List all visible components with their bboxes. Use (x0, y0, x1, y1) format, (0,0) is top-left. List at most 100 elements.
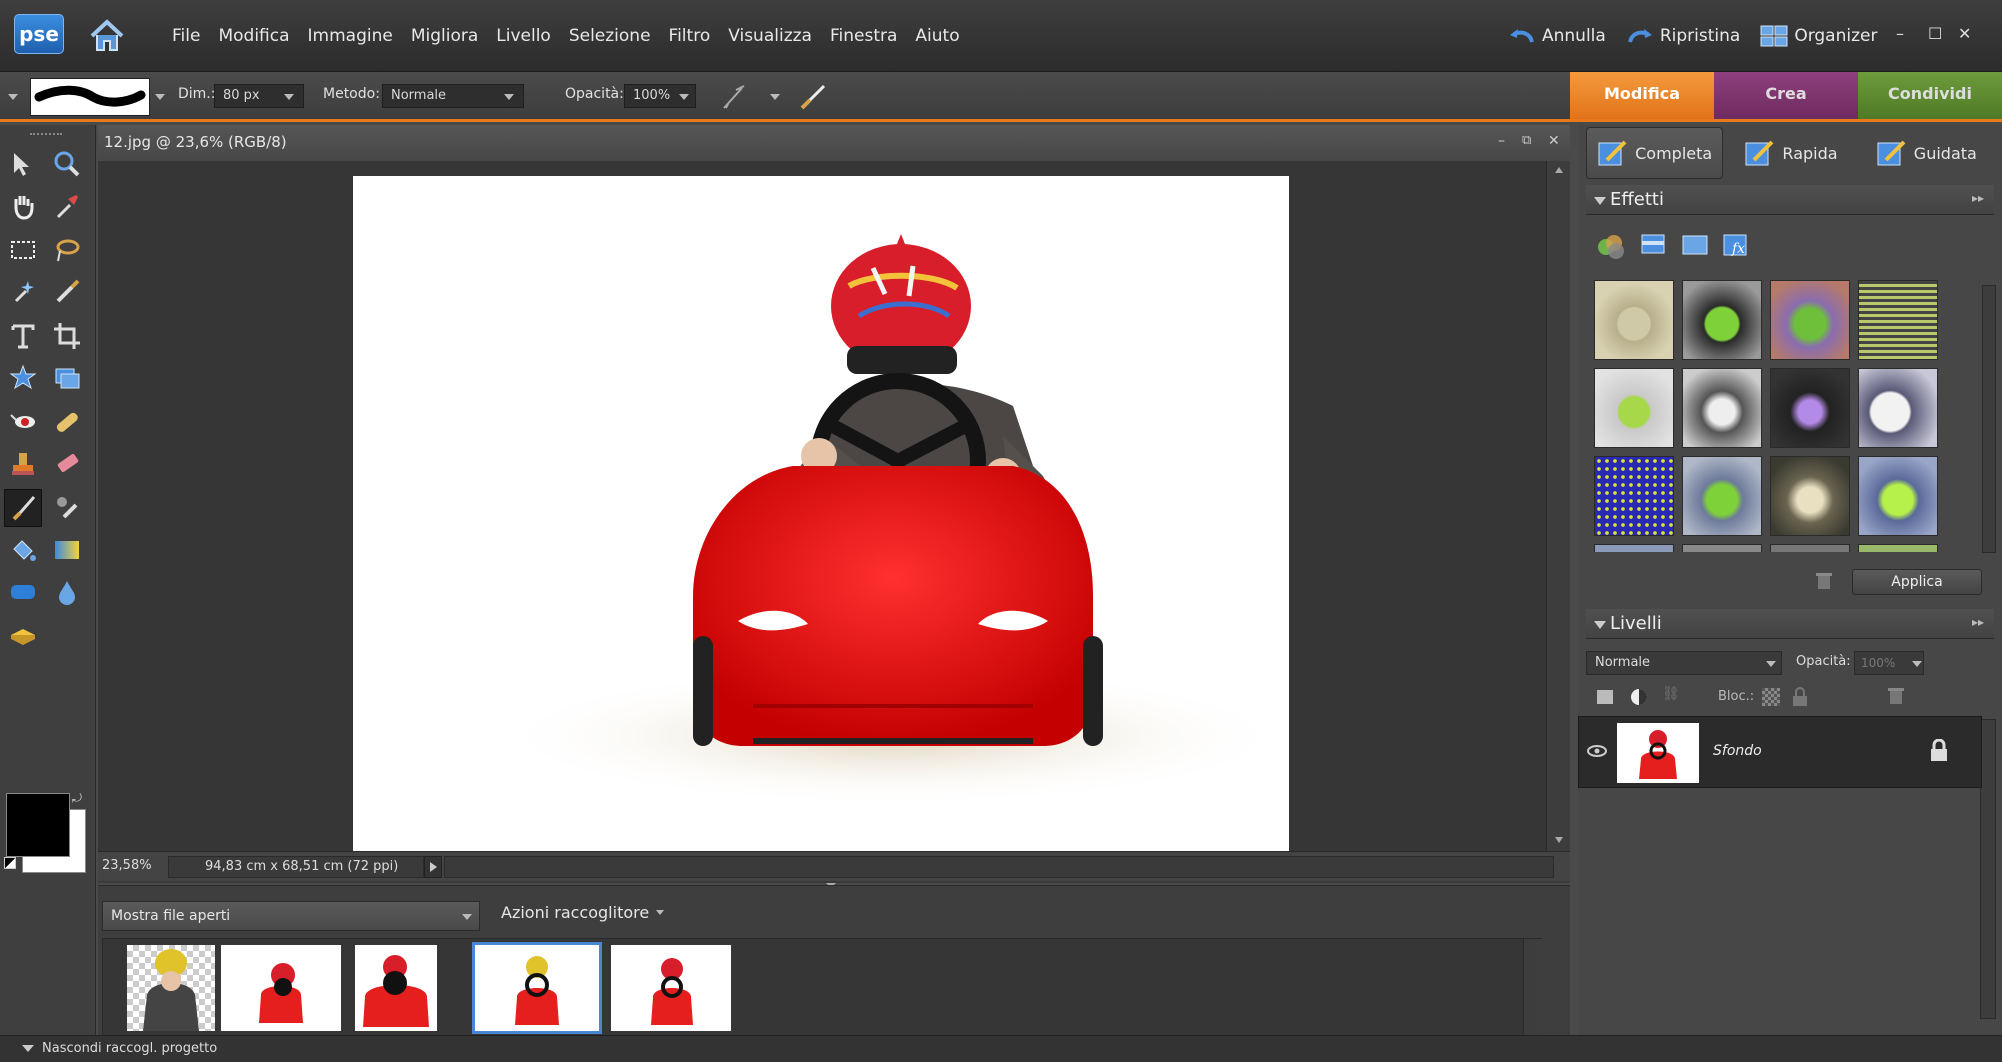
menu-finestra[interactable]: Finestra (830, 26, 897, 46)
eraser-tool-icon[interactable] (48, 445, 86, 483)
tab-crea[interactable]: Crea (1714, 72, 1858, 119)
layers-menu-icon[interactable]: ▸▸ (1972, 615, 1984, 629)
clone-stamp-tool-icon[interactable] (4, 445, 42, 483)
default-colors-icon[interactable] (4, 857, 16, 869)
layer-styles-icon[interactable] (1636, 229, 1672, 263)
effect-thumbnail[interactable] (1594, 456, 1674, 536)
doc-restore-icon[interactable]: ⧉ (1522, 133, 1531, 148)
close-icon[interactable]: ✕ (1958, 24, 1971, 43)
layer-blend-select[interactable]: Normale (1586, 651, 1782, 675)
effects-menu-icon[interactable]: ▸▸ (1972, 191, 1984, 205)
lasso-tool-icon[interactable] (48, 231, 86, 269)
brush-tool-icon[interactable] (4, 489, 42, 527)
lock-all-icon[interactable] (1790, 686, 1810, 712)
mode-caret[interactable] (504, 94, 514, 100)
effects-trash-icon[interactable] (1814, 571, 1834, 595)
effect-thumbnail[interactable] (1682, 368, 1762, 448)
effects-panel-header[interactable]: Effetti ▸▸ (1586, 185, 1994, 215)
menu-selezione[interactable]: Selezione (569, 26, 651, 46)
effect-thumbnail[interactable] (1858, 544, 1938, 552)
text-tool-icon[interactable] (4, 317, 42, 355)
menu-filtro[interactable]: Filtro (669, 26, 711, 46)
paint-bucket-tool-icon[interactable] (4, 531, 42, 569)
doc-minimize-icon[interactable]: – (1498, 133, 1505, 149)
hide-bin-icon[interactable] (22, 1045, 34, 1052)
smart-brush-tool-icon[interactable] (48, 489, 86, 527)
adjustment-layer-icon[interactable] (1628, 686, 1650, 712)
selection-brush-tool-icon[interactable] (48, 273, 86, 311)
effect-thumbnail[interactable] (1594, 544, 1674, 552)
hand-tool-icon[interactable] (4, 187, 42, 225)
maximize-icon[interactable]: ☐ (1928, 24, 1942, 43)
red-eye-tool-icon[interactable] (4, 403, 42, 441)
layers-panel-header[interactable]: Livelli ▸▸ (1586, 609, 1994, 639)
organizer-button[interactable]: Organizer (1760, 24, 1877, 48)
tab-rapida[interactable]: Rapida (1723, 127, 1858, 179)
bin-thumbnail[interactable] (611, 945, 731, 1031)
canvas-area[interactable] (98, 161, 1546, 854)
photo-canvas[interactable] (353, 176, 1289, 854)
swap-colors-icon[interactable]: ⤾ (72, 791, 82, 806)
bin-actions-menu[interactable]: Azioni raccoglitore (501, 903, 649, 922)
delete-layer-icon[interactable] (1886, 686, 1906, 710)
photo-effects-icon[interactable] (1678, 229, 1714, 263)
opacity-caret[interactable] (679, 94, 689, 100)
cookie-cutter-tool-icon[interactable] (4, 359, 42, 397)
tab-modifica[interactable]: Modifica (1570, 72, 1714, 119)
brush-caret[interactable] (155, 94, 165, 100)
effect-thumbnail[interactable] (1858, 368, 1938, 448)
effect-thumbnail[interactable] (1682, 456, 1762, 536)
shape-tool-icon[interactable] (4, 573, 42, 611)
canvas-horizontal-scrollbar[interactable] (444, 856, 1554, 878)
bin-thumbnail[interactable] (355, 945, 437, 1031)
magic-wand-tool-icon[interactable] (4, 273, 42, 311)
filters-icon[interactable] (1594, 229, 1630, 263)
tab-condividi[interactable]: Condividi (1858, 72, 2002, 119)
healing-brush-tool-icon[interactable] (48, 403, 86, 441)
layer-visibility-eye-icon[interactable] (1587, 743, 1607, 762)
marquee-tool-icon[interactable] (4, 231, 42, 269)
effect-thumbnail[interactable] (1770, 368, 1850, 448)
menu-modifica[interactable]: Modifica (218, 26, 289, 46)
fx-icon[interactable]: fx (1720, 229, 1756, 263)
link-layers-icon[interactable]: ⛓ (1662, 686, 1680, 702)
bin-thumbnail[interactable] (127, 945, 215, 1031)
gradient-tool-icon[interactable] (48, 531, 86, 569)
effect-thumbnail[interactable] (1770, 544, 1850, 552)
menu-migliora[interactable]: Migliora (411, 26, 478, 46)
bin-select-caret[interactable] (462, 914, 472, 920)
bin-thumbnail[interactable] (221, 945, 341, 1031)
menu-aiuto[interactable]: Aiuto (915, 26, 959, 46)
airbrush-caret[interactable] (770, 94, 780, 100)
crop-tool-icon[interactable] (48, 317, 86, 355)
doc-close-icon[interactable]: ✕ (1548, 133, 1560, 149)
brush-preset-picker[interactable] (30, 78, 150, 116)
app-logo[interactable]: pse (14, 14, 64, 54)
sponge-tool-icon[interactable] (4, 617, 42, 655)
effect-thumbnail[interactable] (1594, 280, 1674, 360)
effect-thumbnail[interactable] (1594, 368, 1674, 448)
tab-guidata[interactable]: Guidata (1859, 127, 1994, 179)
effect-thumbnail[interactable] (1682, 280, 1762, 360)
brush-settings-icon[interactable] (796, 80, 830, 118)
effect-thumbnail[interactable] (1770, 280, 1850, 360)
zoom-readout[interactable]: 23,58% (102, 858, 152, 873)
menu-visualizza[interactable]: Visualizza (728, 26, 812, 46)
lock-transparency-icon[interactable] (1762, 688, 1780, 706)
move-tool-icon[interactable] (4, 145, 42, 183)
effects-scrollbar[interactable] (1982, 285, 1996, 553)
layer-lock-icon[interactable] (1929, 738, 1949, 767)
bin-actions-caret[interactable] (656, 910, 664, 915)
bin-show-select[interactable]: Mostra file aperti (102, 901, 480, 931)
undo-button[interactable]: Annulla (1508, 26, 1606, 46)
bin-thumbnail-selected[interactable] (472, 942, 602, 1034)
layers-scrollbar[interactable] (1980, 719, 1996, 1019)
hide-bin-toggle[interactable]: Nascondi raccogl. progetto (42, 1041, 217, 1056)
toolbox-grip[interactable] (30, 133, 62, 135)
minimize-icon[interactable]: – (1896, 24, 1904, 43)
home-icon[interactable] (88, 18, 126, 54)
effect-thumbnail[interactable] (1770, 456, 1850, 536)
mode-select[interactable]: Normale (382, 84, 524, 108)
menu-immagine[interactable]: Immagine (308, 26, 393, 46)
menu-file[interactable]: File (172, 26, 200, 46)
